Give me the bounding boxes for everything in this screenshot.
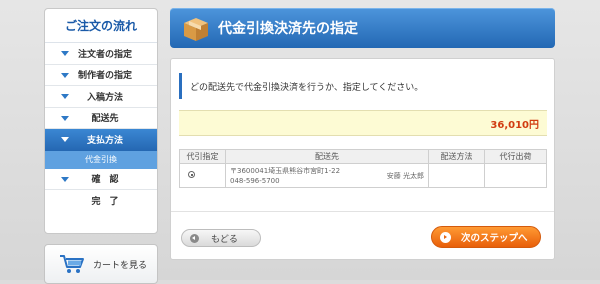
back-button-label: もどる (211, 234, 238, 245)
sidebar-step-submission: 入稿方法 (45, 86, 157, 108)
view-cart-button[interactable]: カートを見る (44, 244, 158, 284)
view-cart-label: カートを見る (93, 260, 148, 271)
arrow-right-icon (440, 231, 451, 243)
page-title: 代金引換決済先の指定 (218, 21, 358, 37)
cod-select-cell (179, 163, 226, 188)
sidebar-step-delivery: 配送先 (45, 108, 157, 129)
main-panel: どの配送先で代金引換決済を行うか、指定してください。 36,010円 代引指定 … (170, 58, 555, 260)
sidebar-title: ご注文の流れ (45, 9, 157, 43)
column-header: 配送方法 (428, 149, 485, 164)
table-header-row: 代引指定 配送先 配送方法 代行出荷 (179, 149, 547, 164)
chevron-down-icon (61, 137, 69, 142)
chevron-down-icon (61, 94, 69, 99)
next-step-button-label: 次のステップへ (461, 233, 528, 244)
proxy-shipping-cell (484, 163, 547, 188)
column-header: 配送先 (225, 149, 429, 164)
sidebar-step-orderer: 注文者の指定 (45, 43, 157, 65)
sidebar-step-complete: 完 了 (45, 190, 157, 212)
divider (171, 211, 554, 212)
back-button[interactable]: もどる (181, 229, 261, 247)
sidebar-step-label: 完 了 (91, 197, 119, 208)
sidebar-substep-cod: 代金引換 (45, 150, 157, 169)
chevron-down-icon (61, 72, 69, 78)
chevron-down-icon (61, 115, 69, 121)
address-cell: 〒3600041埼玉県熊谷市宮町1-22 048-596-5700 安藤 光太郎 (225, 163, 429, 188)
column-header: 代引指定 (179, 149, 226, 164)
instruction-text: どの配送先で代金引換決済を行うか、指定してください。 (179, 73, 539, 99)
order-flow-sidebar: ご注文の流れ 注文者の指定 制作者の指定 入稿方法 配送先 支払方法 代金引換 … (44, 8, 158, 234)
chevron-down-icon (61, 176, 69, 182)
total-amount: 36,010円 (179, 110, 547, 136)
phone-line: 048-596-5700 (230, 176, 280, 185)
table-row: 〒3600041埼玉県熊谷市宮町1-22 048-596-5700 安藤 光太郎 (179, 163, 547, 188)
column-header: 代行出荷 (484, 149, 547, 164)
next-step-button[interactable]: 次のステップへ (431, 226, 541, 248)
cod-radio[interactable] (188, 171, 195, 178)
sidebar-step-confirm: 確 認 (45, 169, 157, 190)
arrow-left-icon (190, 233, 199, 243)
delivery-table: 代引指定 配送先 配送方法 代行出荷 〒3600041埼玉県熊谷市宮町1-22 (179, 149, 547, 188)
sidebar-step-payment: 支払方法 (45, 129, 157, 151)
shipping-method-cell (428, 163, 485, 188)
recipient-name: 安藤 光太郎 (386, 171, 424, 180)
chevron-down-icon (61, 51, 69, 56)
address-line: 〒3600041埼玉県熊谷市宮町1-22 (230, 166, 341, 175)
package-icon (184, 18, 208, 41)
sidebar-step-producer: 制作者の指定 (45, 65, 157, 86)
page: ご注文の流れ 注文者の指定 制作者の指定 入稿方法 配送先 支払方法 代金引換 … (0, 0, 600, 284)
cart-icon (60, 255, 84, 273)
page-header: 代金引換決済先の指定 (170, 8, 555, 48)
